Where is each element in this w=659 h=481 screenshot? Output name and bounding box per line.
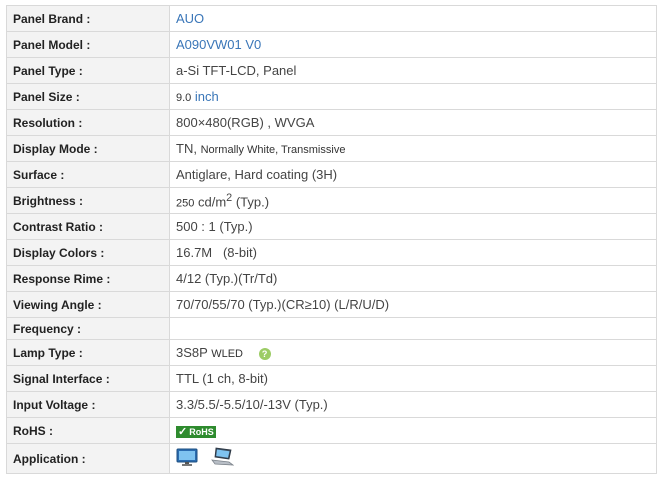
contrast-ratio-value: 500 : 1 (Typ.)	[169, 213, 657, 240]
panel-size-number: 9.0	[176, 92, 192, 104]
row-display-colors: Display Colors : 16.7M (8-bit)	[6, 239, 657, 266]
brightness-unit: cd/m	[197, 194, 227, 210]
label-panel-type: Panel Type :	[6, 57, 170, 84]
spec-table: Panel Brand : AUO Panel Model : A090VW01…	[6, 5, 657, 474]
row-rohs: RoHS : ✓ RoHS	[6, 417, 657, 444]
row-frequency: Frequency :	[6, 317, 657, 340]
response-time-value: 4/12 (Typ.)(Tr/Td)	[169, 265, 657, 292]
input-voltage-value: 3.3/5.5/-5.5/10/-13V (Typ.)	[169, 391, 657, 418]
label-panel-brand: Panel Brand :	[6, 5, 170, 32]
brightness-unit-exponent: 2	[226, 191, 233, 204]
row-input-voltage: Input Voltage : 3.3/5.5/-5.5/10/-13V (Ty…	[6, 391, 657, 418]
label-surface: Surface :	[6, 161, 170, 188]
row-panel-brand: Panel Brand : AUO	[6, 5, 657, 32]
laptop-icon	[210, 447, 234, 470]
row-resolution: Resolution : 800×480(RGB) , WVGA	[6, 109, 657, 136]
row-panel-model: Panel Model : A090VW01 V0	[6, 31, 657, 58]
help-icon[interactable]: ?	[258, 347, 271, 360]
row-response-time: Response Rime : 4/12 (Typ.)(Tr/Td)	[6, 265, 657, 292]
label-viewing-angle: Viewing Angle :	[6, 291, 170, 318]
panel-brand-link[interactable]: AUO	[176, 11, 204, 26]
monitor-icon	[176, 447, 198, 470]
surface-value: Antiglare, Hard coating (3H)	[169, 161, 657, 188]
label-contrast-ratio: Contrast Ratio :	[6, 213, 170, 240]
label-response-time: Response Rime :	[6, 265, 170, 292]
check-icon: ✓	[178, 426, 188, 438]
label-resolution: Resolution :	[6, 109, 170, 136]
lamp-type-main: 3S8P	[176, 345, 208, 360]
label-frequency: Frequency :	[6, 317, 170, 340]
brightness-number: 250	[176, 197, 195, 210]
frequency-value	[169, 317, 657, 340]
lamp-type-detail: WLED	[211, 348, 243, 360]
rohs-badge-label: RoHS	[189, 426, 214, 437]
label-application: Application :	[6, 443, 170, 474]
row-signal-interface: Signal Interface : TTL (1 ch, 8-bit)	[6, 365, 657, 392]
label-display-mode: Display Mode :	[6, 135, 170, 162]
row-contrast-ratio: Contrast Ratio : 500 : 1 (Typ.)	[6, 213, 657, 240]
panel-model-link[interactable]: A090VW01 V0	[176, 37, 261, 52]
row-lamp-type: Lamp Type : 3S8P WLED ?	[6, 339, 657, 366]
row-surface: Surface : Antiglare, Hard coating (3H)	[6, 161, 657, 188]
display-colors-value: 16.7M (8-bit)	[169, 239, 657, 266]
panel-type-value: a-Si TFT-LCD, Panel	[169, 57, 657, 84]
row-brightness: Brightness : 250 cd/m2 (Typ.)	[6, 187, 657, 214]
rohs-badge: ✓ RoHS	[176, 425, 216, 438]
resolution-value: 800×480(RGB) , WVGA	[169, 109, 657, 136]
label-brightness: Brightness :	[6, 187, 170, 214]
label-panel-size: Panel Size :	[6, 83, 170, 110]
label-input-voltage: Input Voltage :	[6, 391, 170, 418]
label-display-colors: Display Colors :	[6, 239, 170, 266]
row-panel-size: Panel Size : 9.0 inch	[6, 83, 657, 110]
label-rohs: RoHS :	[6, 417, 170, 444]
label-signal-interface: Signal Interface :	[6, 365, 170, 392]
row-panel-type: Panel Type : a-Si TFT-LCD, Panel	[6, 57, 657, 84]
display-mode-detail: Normally White, Transmissive	[200, 144, 346, 156]
display-mode-main: TN,	[176, 141, 197, 156]
row-display-mode: Display Mode : TN, Normally White, Trans…	[6, 135, 657, 162]
viewing-angle-value: 70/70/55/70 (Typ.)(CR≥10) (L/R/U/D)	[169, 291, 657, 318]
brightness-suffix: (Typ.)	[235, 194, 270, 210]
label-panel-model: Panel Model :	[6, 31, 170, 58]
row-viewing-angle: Viewing Angle : 70/70/55/70 (Typ.)(CR≥10…	[6, 291, 657, 318]
row-application: Application :	[6, 443, 657, 474]
label-lamp-type: Lamp Type :	[6, 339, 170, 366]
panel-size-unit[interactable]: inch	[195, 89, 219, 104]
signal-interface-value: TTL (1 ch, 8-bit)	[169, 365, 657, 392]
